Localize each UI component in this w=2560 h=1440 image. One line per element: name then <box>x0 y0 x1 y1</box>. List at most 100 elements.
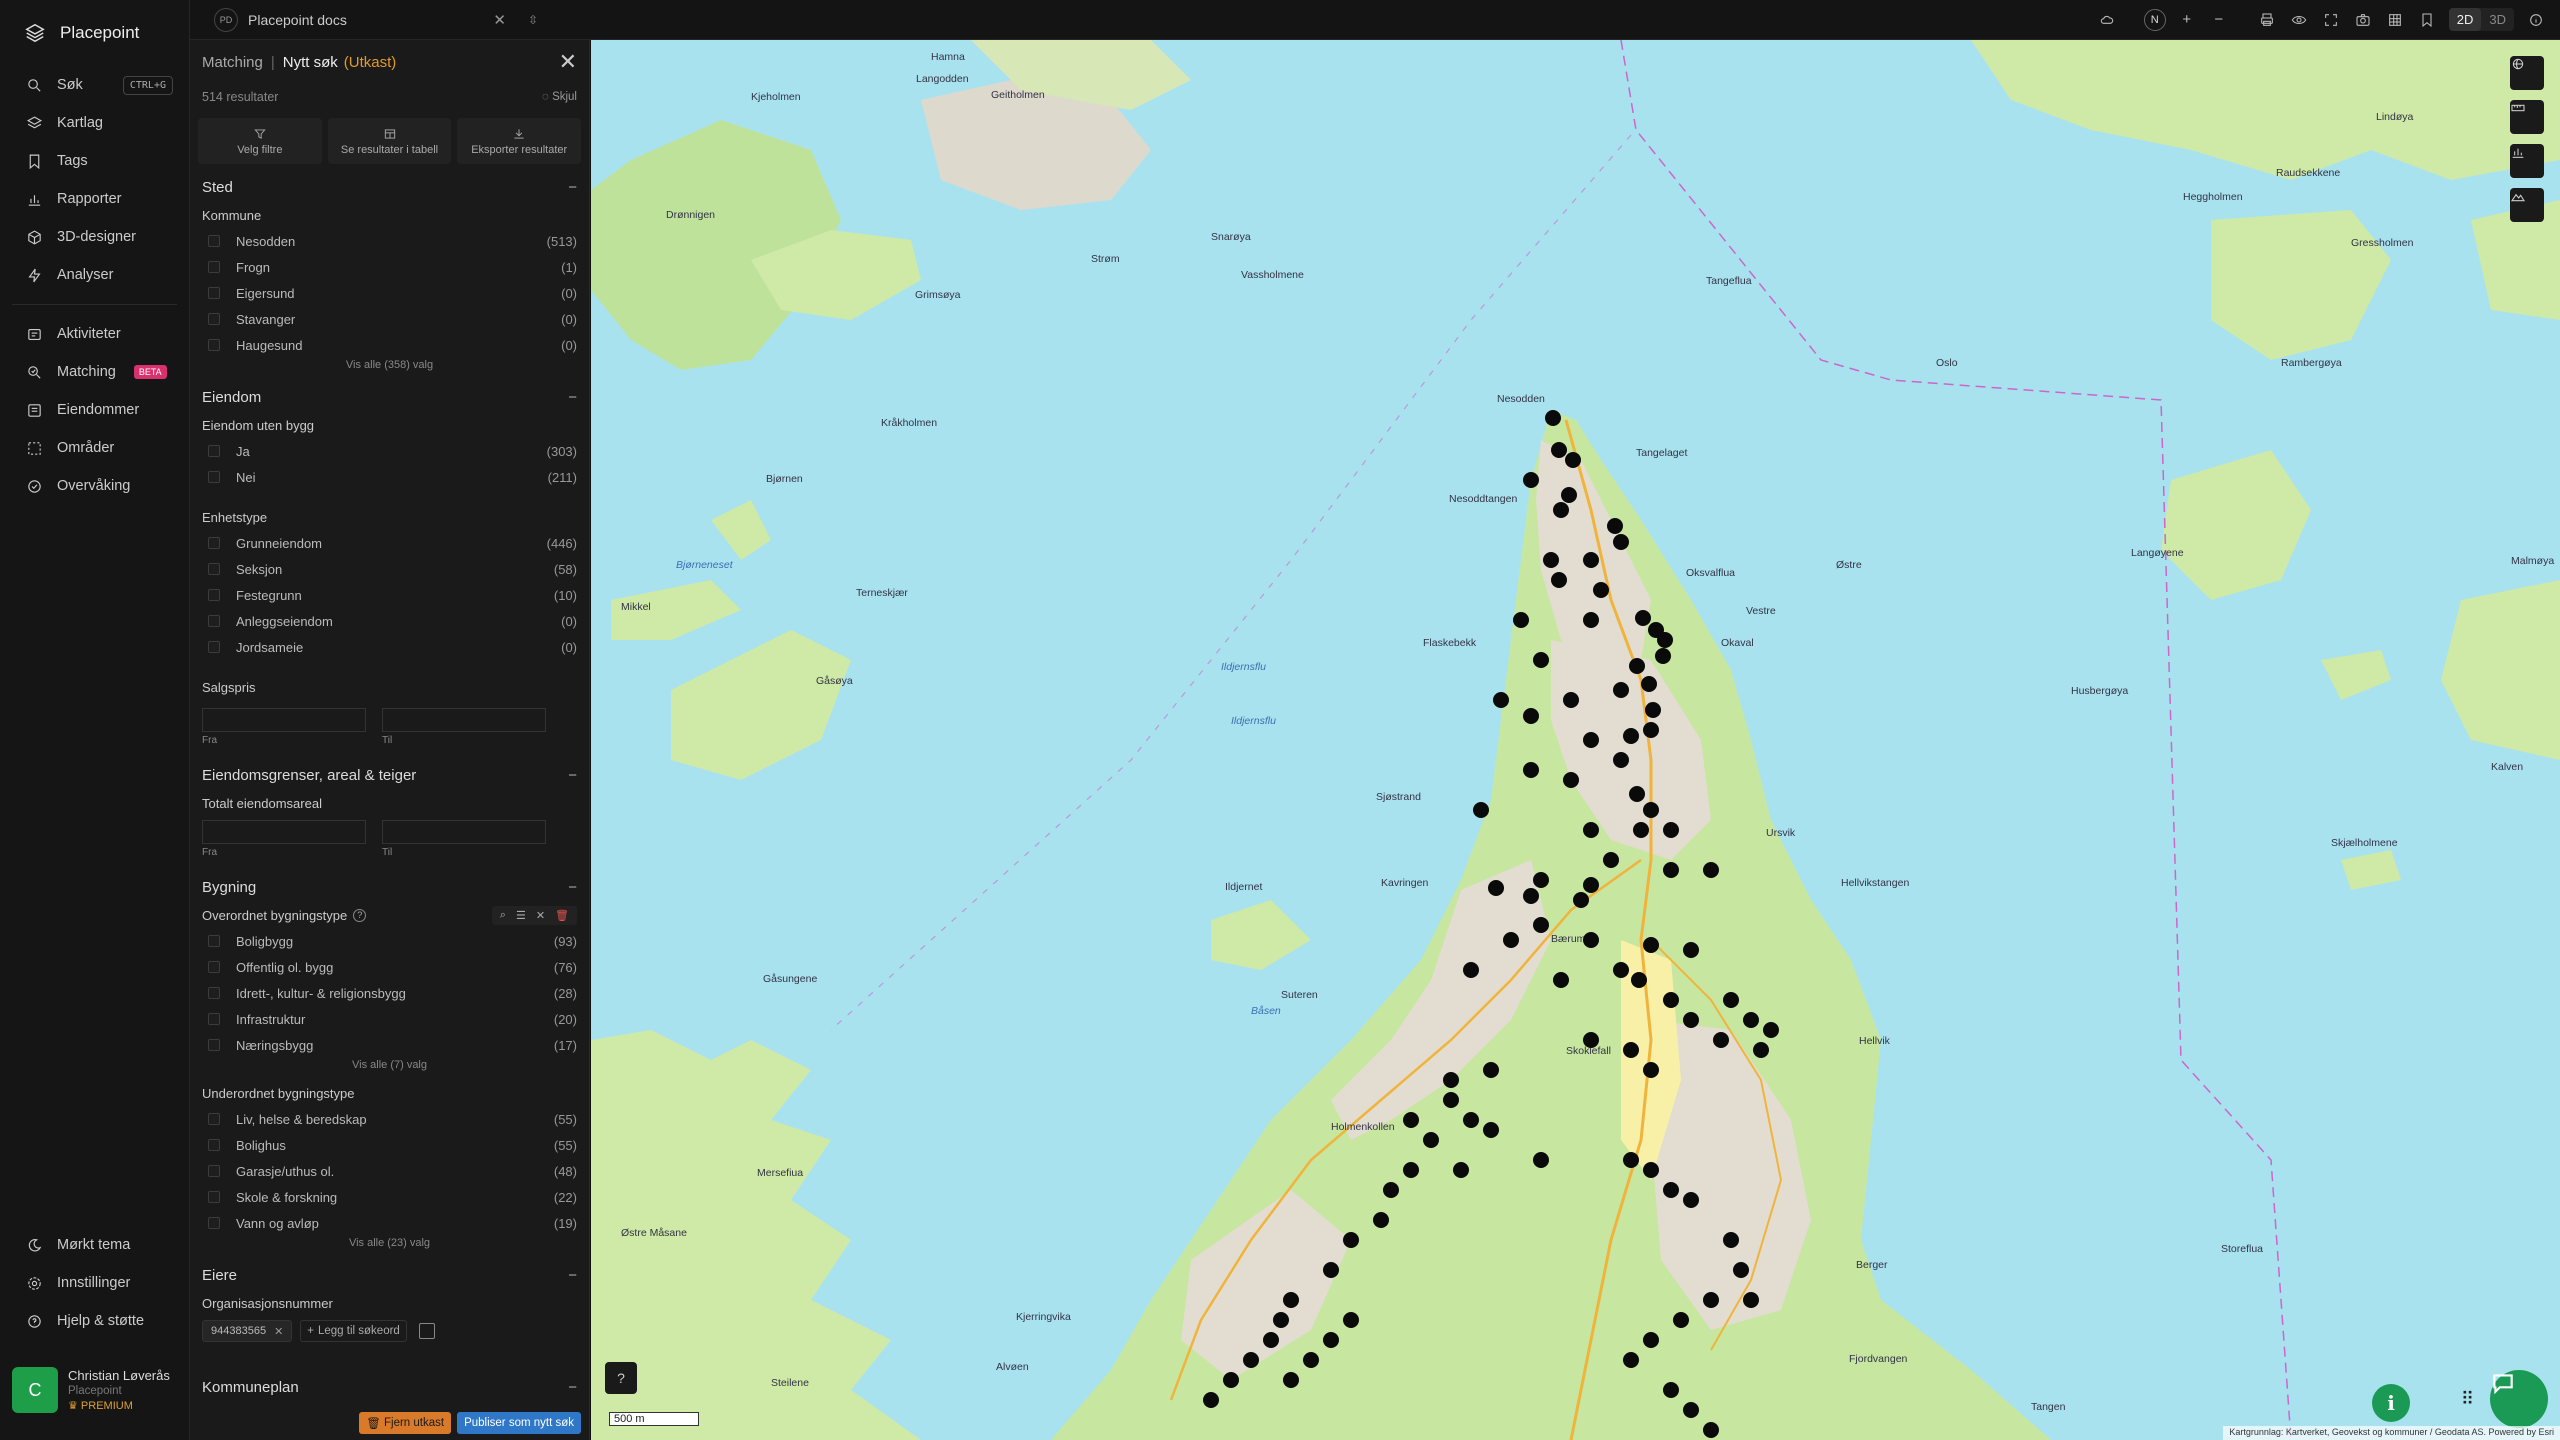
result-marker[interactable] <box>1663 822 1679 838</box>
result-marker[interactable] <box>1607 518 1623 534</box>
result-marker[interactable] <box>1343 1312 1359 1328</box>
salgspris-to-input[interactable] <box>382 708 546 732</box>
result-marker[interactable] <box>1683 1402 1699 1418</box>
trash-icon[interactable]: 🗑 <box>555 909 569 922</box>
nav-item-overvaking[interactable]: Overvåking <box>0 467 189 505</box>
result-marker[interactable] <box>1613 534 1629 550</box>
zoom-out-button[interactable]: − <box>2203 4 2235 36</box>
filter-option[interactable]: Infrastruktur (20) <box>202 1006 577 1032</box>
result-marker[interactable] <box>1551 572 1567 588</box>
grid-button[interactable] <box>2379 4 2411 36</box>
cloud-layers-button[interactable] <box>2091 4 2123 36</box>
nav-item-search[interactable]: Søk CTRL+G <box>0 66 189 104</box>
checkbox[interactable] <box>208 935 220 947</box>
filter-option[interactable]: Anleggseiendom (0) <box>202 608 577 634</box>
search-icon[interactable]: ⌕ <box>500 909 506 922</box>
result-marker[interactable] <box>1283 1372 1299 1388</box>
result-marker[interactable] <box>1763 1022 1779 1038</box>
view-table-button[interactable]: Se resultater i tabell <box>327 118 452 164</box>
result-marker[interactable] <box>1533 1152 1549 1168</box>
filter-option[interactable]: Liv, helse & beredskap (55) <box>202 1106 577 1132</box>
result-marker[interactable] <box>1383 1182 1399 1198</box>
filter-option[interactable]: Nei (211) <box>202 464 577 490</box>
filter-option[interactable]: Offentlig ol. bygg (76) <box>202 954 577 980</box>
result-marker[interactable] <box>1583 822 1599 838</box>
result-marker[interactable] <box>1373 1212 1389 1228</box>
result-marker[interactable] <box>1488 880 1504 896</box>
result-marker[interactable] <box>1403 1162 1419 1178</box>
filter-option[interactable]: Stavanger (0) <box>202 306 577 332</box>
checkbox[interactable] <box>208 1139 220 1151</box>
list-icon[interactable]: ☰ <box>516 909 526 922</box>
result-marker[interactable] <box>1623 728 1639 744</box>
checkbox[interactable] <box>208 235 220 247</box>
result-marker[interactable] <box>1723 992 1739 1008</box>
checkbox[interactable] <box>208 589 220 601</box>
remove-chip-icon[interactable]: ✕ <box>274 1325 283 1338</box>
result-marker[interactable] <box>1663 992 1679 1008</box>
result-marker[interactable] <box>1657 632 1673 648</box>
result-marker[interactable] <box>1613 752 1629 768</box>
result-marker[interactable] <box>1443 1092 1459 1108</box>
result-marker[interactable] <box>1513 612 1529 628</box>
result-marker[interactable] <box>1573 892 1589 908</box>
result-marker[interactable] <box>1483 1122 1499 1138</box>
fullscreen-button[interactable] <box>2315 4 2347 36</box>
info-fab-button[interactable]: i <box>2372 1384 2410 1422</box>
result-marker[interactable] <box>1563 692 1579 708</box>
filter-option[interactable]: Seksjon (58) <box>202 556 577 582</box>
add-keyword-button[interactable]: + Legg til søkeord <box>300 1320 407 1342</box>
checkbox[interactable] <box>208 339 220 351</box>
result-marker[interactable] <box>1453 1162 1469 1178</box>
result-marker[interactable] <box>1561 487 1577 503</box>
result-marker[interactable] <box>1643 1062 1659 1078</box>
collapse-icon[interactable]: − <box>568 1379 577 1396</box>
filter-option[interactable]: Ja (303) <box>202 438 577 464</box>
collapse-icon[interactable]: − <box>568 179 577 196</box>
filter-option[interactable]: Nesodden (513) <box>202 228 577 254</box>
filter-option[interactable]: Festegrunn (10) <box>202 582 577 608</box>
help-icon[interactable]: ? <box>353 908 367 922</box>
checkbox[interactable] <box>208 471 220 483</box>
result-marker[interactable] <box>1533 652 1549 668</box>
result-marker[interactable] <box>1545 410 1561 426</box>
result-marker[interactable] <box>1493 692 1509 708</box>
result-marker[interactable] <box>1533 872 1549 888</box>
zoom-in-button[interactable]: + <box>2171 4 2203 36</box>
publish-search-button[interactable]: Publiser som nytt søk <box>457 1412 581 1434</box>
collapse-icon[interactable]: − <box>568 767 577 784</box>
result-marker[interactable] <box>1713 1032 1729 1048</box>
result-marker[interactable] <box>1643 1162 1659 1178</box>
result-marker[interactable] <box>1753 1042 1769 1058</box>
filter-option[interactable]: Idrett-, kultur- & religionsbygg (28) <box>202 980 577 1006</box>
result-marker[interactable] <box>1683 1192 1699 1208</box>
result-marker[interactable] <box>1343 1232 1359 1248</box>
result-marker[interactable] <box>1723 1232 1739 1248</box>
collapse-icon[interactable]: − <box>568 879 577 896</box>
result-marker[interactable] <box>1703 862 1719 878</box>
checkbox[interactable] <box>208 615 220 627</box>
remove-draft-button[interactable]: 🗑 Fjern utkast <box>359 1412 452 1434</box>
collapse-icon[interactable]: − <box>568 389 577 406</box>
result-marker[interactable] <box>1613 682 1629 698</box>
checkbox[interactable] <box>208 261 220 273</box>
result-marker[interactable] <box>1543 552 1559 568</box>
result-marker[interactable] <box>1613 962 1629 978</box>
choose-filters-button[interactable]: Velg filtre <box>198 118 322 164</box>
checkbox[interactable] <box>208 1113 220 1125</box>
nav-item-rapporter[interactable]: Rapporter <box>0 180 189 218</box>
result-marker[interactable] <box>1223 1372 1239 1388</box>
result-marker[interactable] <box>1463 1112 1479 1128</box>
checkbox[interactable] <box>208 563 220 575</box>
areal-from-input[interactable] <box>202 820 366 844</box>
show-all-link[interactable]: Vis alle (358) valg <box>202 358 577 374</box>
result-marker[interactable] <box>1583 1032 1599 1048</box>
chart-button[interactable] <box>2510 144 2544 178</box>
drag-handle-icon[interactable]: ⠿ <box>2461 1389 2474 1410</box>
map-style-button[interactable] <box>2510 56 2544 90</box>
section-title[interactable]: Eiere − <box>202 1260 577 1290</box>
result-marker[interactable] <box>1683 1012 1699 1028</box>
result-marker[interactable] <box>1703 1292 1719 1308</box>
brand[interactable]: Placepoint <box>0 0 189 66</box>
result-marker[interactable] <box>1273 1312 1289 1328</box>
